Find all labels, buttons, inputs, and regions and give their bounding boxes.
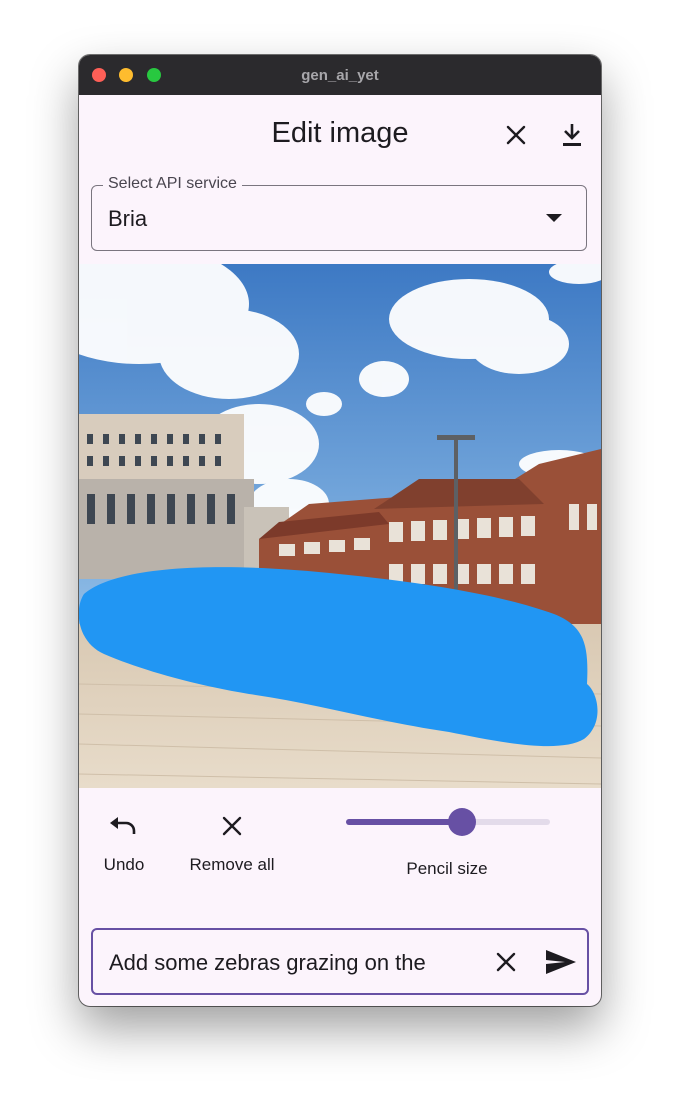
pencil-size-slider[interactable] [346, 808, 550, 836]
send-button[interactable] [541, 942, 581, 982]
send-icon [546, 950, 576, 974]
download-icon [563, 124, 581, 146]
close-icon [222, 816, 242, 836]
close-window-button[interactable] [92, 68, 106, 82]
remove-all-button[interactable]: Remove all [182, 811, 282, 875]
undo-icon [110, 817, 136, 834]
api-service-label: Select API service [103, 175, 242, 193]
edited-photo [79, 264, 601, 788]
download-button[interactable] [554, 117, 590, 153]
prompt-input[interactable]: Add some zebras grazing on the [91, 928, 589, 995]
dropdown-arrow-icon [546, 214, 562, 222]
window-titlebar: gen_ai_yet [79, 55, 601, 95]
prompt-text[interactable]: Add some zebras grazing on the [109, 950, 477, 976]
zoom-window-button[interactable] [147, 68, 161, 82]
image-canvas[interactable] [79, 264, 601, 788]
close-button[interactable] [498, 117, 534, 153]
api-service-value: Bria [108, 206, 148, 231]
slider-thumb[interactable] [448, 808, 477, 836]
remove-all-label: Remove all [189, 855, 275, 874]
window-title: gen_ai_yet [301, 66, 379, 84]
minimize-window-button[interactable] [119, 68, 133, 82]
close-icon [496, 952, 516, 972]
api-service-select[interactable]: Select API service Bria [91, 175, 587, 251]
clear-prompt-button[interactable] [488, 944, 524, 980]
undo-label: Undo [103, 855, 145, 874]
slider-active-track [346, 819, 463, 825]
undo-button[interactable]: Undo [96, 811, 152, 875]
close-icon [506, 125, 526, 145]
app-window: gen_ai_yet Edit image Select API service… [79, 55, 601, 1006]
pencil-size-label: Pencil size [406, 859, 488, 878]
